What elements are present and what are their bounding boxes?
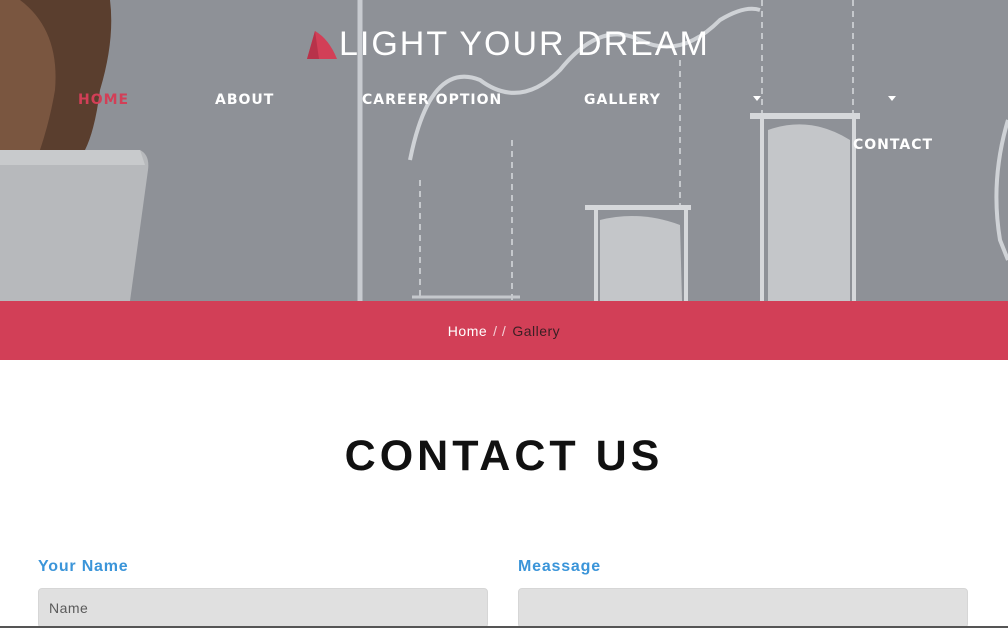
breadcrumb-current: Gallery xyxy=(512,322,561,339)
sail-logo-icon xyxy=(307,31,337,59)
nav-contact[interactable]: CONTACT xyxy=(853,137,933,153)
site-title: LIGHT YOUR DREAM xyxy=(339,24,710,63)
name-label: Your Name xyxy=(38,558,129,575)
breadcrumb-separator: / / xyxy=(493,322,507,339)
message-label: Meassage xyxy=(518,558,601,575)
dropdown-caret-icon[interactable] xyxy=(753,96,761,101)
name-input[interactable] xyxy=(39,589,487,627)
name-field-wrapper xyxy=(38,588,488,628)
page-title: CONTACT US xyxy=(344,432,664,480)
brand[interactable]: LIGHT YOUR DREAM xyxy=(305,24,710,64)
message-input[interactable] xyxy=(518,588,968,628)
nav-about[interactable]: ABOUT xyxy=(215,92,274,108)
nav-gallery[interactable]: GALLERY xyxy=(584,92,661,108)
dropdown-caret-icon[interactable] xyxy=(888,96,896,101)
breadcrumb: Home / / Gallery xyxy=(0,301,1008,360)
nav-home[interactable]: HOME xyxy=(78,92,129,108)
nav-career-option[interactable]: CAREER OPTION xyxy=(362,92,502,108)
breadcrumb-home[interactable]: Home xyxy=(448,323,487,339)
hero-banner: LIGHT YOUR DREAM HOME ABOUT CAREER OPTIO… xyxy=(0,0,1008,301)
